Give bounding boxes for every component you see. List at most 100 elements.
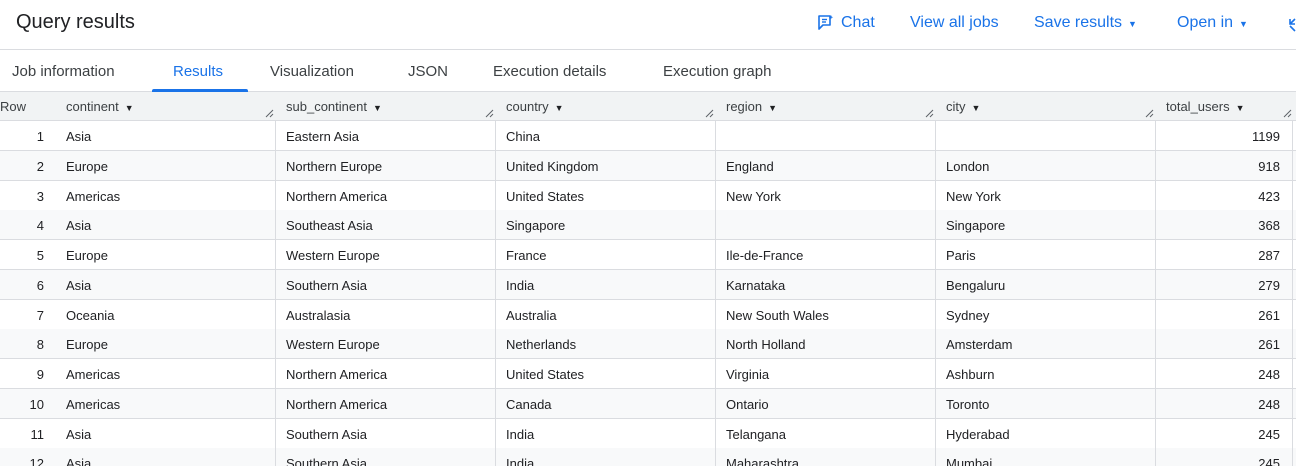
sort-arrow-icon[interactable]: ▼: [555, 103, 564, 113]
region-cell[interactable]: Telangana: [726, 419, 926, 448]
row-number-cell[interactable]: 11: [0, 419, 45, 448]
column-resize-handle[interactable]: [1144, 106, 1154, 118]
country-cell[interactable]: China: [506, 121, 706, 150]
continent-cell[interactable]: Americas: [66, 181, 266, 210]
table-row[interactable]: 2 Europe Northern Europe United Kingdom Engl…: [0, 150, 1296, 181]
sub-continent-cell[interactable]: Northern America: [286, 181, 486, 210]
region-cell[interactable]: Karnataka: [726, 270, 926, 299]
sort-arrow-icon[interactable]: ▼: [1236, 103, 1245, 113]
sort-arrow-icon[interactable]: ▼: [768, 103, 777, 113]
sort-arrow-icon[interactable]: ▼: [373, 103, 382, 113]
city-cell[interactable]: [946, 121, 1146, 150]
tab-job-information[interactable]: Job information: [12, 63, 115, 80]
total-users-cell[interactable]: 261: [1160, 300, 1280, 329]
region-cell[interactable]: England: [726, 151, 926, 180]
table-row[interactable]: 4 Asia Southeast Asia Singapore Singapore 368: [0, 210, 1296, 241]
region-cell[interactable]: Maharashtra: [726, 448, 926, 466]
region-cell[interactable]: North Holland: [726, 329, 926, 358]
city-cell[interactable]: Amsterdam: [946, 329, 1146, 358]
table-row[interactable]: 6 Asia Southern Asia India Karnataka Bengalur…: [0, 269, 1296, 300]
table-row[interactable]: 5 Europe Western Europe France Ile-de-France…: [0, 240, 1296, 270]
row-number-cell[interactable]: 1: [0, 121, 44, 150]
city-cell[interactable]: Sydney: [946, 300, 1146, 329]
column-resize-handle[interactable]: [264, 106, 274, 118]
table-row[interactable]: 11 Asia Southern Asia India Telangana Hyderab…: [0, 419, 1296, 449]
row-number-cell[interactable]: 10: [0, 389, 44, 418]
table-row[interactable]: 7 Oceania Australasia Australia New South Wa…: [0, 300, 1296, 330]
sub-continent-cell[interactable]: Northern America: [286, 359, 486, 388]
sub-continent-cell[interactable]: Northern Europe: [286, 151, 486, 180]
country-cell[interactable]: India: [506, 419, 706, 448]
chat-button[interactable]: Chat: [817, 14, 875, 32]
tab-execution-graph[interactable]: Execution graph: [663, 63, 771, 80]
country-cell[interactable]: India: [506, 448, 706, 466]
column-header-continent[interactable]: continent ▼: [66, 92, 134, 121]
column-resize-handle[interactable]: [1282, 106, 1292, 118]
table-row[interactable]: 10 Americas Northern America Canada Ontario T…: [0, 388, 1296, 419]
city-cell[interactable]: Ashburn: [946, 359, 1146, 388]
table-row[interactable]: 9 Americas Northern America United States Vi…: [0, 359, 1296, 389]
table-row[interactable]: 3 Americas Northern America United States Ne…: [0, 181, 1296, 211]
sub-continent-cell[interactable]: Southern Asia: [286, 270, 486, 299]
row-number-cell[interactable]: 8: [0, 329, 44, 358]
city-cell[interactable]: Singapore: [946, 210, 1146, 239]
sort-arrow-icon[interactable]: ▼: [125, 103, 134, 113]
row-number-cell[interactable]: 4: [0, 210, 44, 239]
column-header-total-users[interactable]: total_users ▼: [1166, 92, 1245, 121]
city-cell[interactable]: Mumbai: [946, 448, 1146, 466]
continent-cell[interactable]: Asia: [66, 270, 266, 299]
continent-cell[interactable]: Asia: [66, 419, 266, 448]
country-cell[interactable]: India: [506, 270, 706, 299]
total-users-cell[interactable]: 368: [1160, 210, 1280, 239]
row-number-cell[interactable]: 9: [0, 359, 44, 388]
city-cell[interactable]: Toronto: [946, 389, 1146, 418]
region-cell[interactable]: New South Wales: [726, 300, 926, 329]
sort-arrow-icon[interactable]: ▼: [972, 103, 981, 113]
table-row[interactable]: 8 Europe Western Europe Netherlands North Ho…: [0, 329, 1296, 360]
row-number-cell[interactable]: 12: [0, 448, 44, 466]
row-number-cell[interactable]: 3: [0, 181, 44, 210]
row-number-cell[interactable]: 6: [0, 270, 44, 299]
column-resize-handle[interactable]: [704, 106, 714, 118]
continent-cell[interactable]: Europe: [66, 151, 266, 180]
region-cell[interactable]: [726, 210, 926, 239]
row-number-cell[interactable]: 2: [0, 151, 44, 180]
city-cell[interactable]: Hyderabad: [946, 419, 1146, 448]
continent-cell[interactable]: Europe: [66, 240, 266, 269]
column-resize-handle[interactable]: [924, 106, 934, 118]
city-cell[interactable]: Paris: [946, 240, 1146, 269]
region-cell[interactable]: New York: [726, 181, 926, 210]
continent-cell[interactable]: Americas: [66, 359, 266, 388]
total-users-cell[interactable]: 248: [1160, 359, 1280, 388]
continent-cell[interactable]: Asia: [66, 210, 266, 239]
expand-icon[interactable]: [1286, 16, 1296, 34]
total-users-cell[interactable]: 279: [1160, 270, 1280, 299]
country-cell[interactable]: United States: [506, 181, 706, 210]
sub-continent-cell[interactable]: Northern America: [286, 389, 486, 418]
row-number-cell[interactable]: 5: [0, 240, 44, 269]
region-cell[interactable]: Ontario: [726, 389, 926, 418]
column-header-region[interactable]: region ▼: [726, 92, 777, 121]
country-cell[interactable]: Singapore: [506, 210, 706, 239]
sub-continent-cell[interactable]: Australasia: [286, 300, 486, 329]
tab-execution-details[interactable]: Execution details: [493, 63, 606, 80]
total-users-cell[interactable]: 918: [1160, 151, 1280, 180]
country-cell[interactable]: Australia: [506, 300, 706, 329]
sub-continent-cell[interactable]: Southeast Asia: [286, 210, 486, 239]
table-row[interactable]: 12 Asia Southern Asia India Maharashtra Mumba…: [0, 448, 1296, 466]
column-resize-handle[interactable]: [484, 106, 494, 118]
country-cell[interactable]: United States: [506, 359, 706, 388]
sub-continent-cell[interactable]: Southern Asia: [286, 419, 486, 448]
city-cell[interactable]: Bengaluru: [946, 270, 1146, 299]
save-results-button[interactable]: Save results ▼: [1034, 14, 1137, 32]
table-row[interactable]: 1 Asia Eastern Asia China 1199: [0, 121, 1296, 151]
view-all-jobs-button[interactable]: View all jobs: [910, 14, 999, 32]
region-cell[interactable]: [726, 121, 926, 150]
continent-cell[interactable]: Asia: [66, 448, 266, 466]
city-cell[interactable]: London: [946, 151, 1146, 180]
continent-cell[interactable]: Americas: [66, 389, 266, 418]
country-cell[interactable]: France: [506, 240, 706, 269]
continent-cell[interactable]: Oceania: [66, 300, 266, 329]
sub-continent-cell[interactable]: Eastern Asia: [286, 121, 486, 150]
city-cell[interactable]: New York: [946, 181, 1146, 210]
